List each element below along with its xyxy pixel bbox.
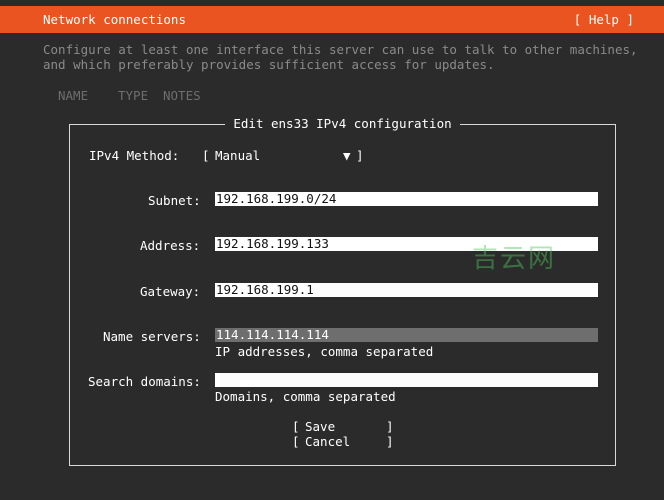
page-title: Network connections [43, 12, 186, 27]
name-servers-label: Name servers: [103, 329, 201, 344]
address-label: Address: [140, 238, 200, 253]
search-domains-hint: Domains, comma separated [215, 389, 396, 404]
intro-line-2: and which preferably provides sufficient… [43, 57, 495, 72]
cancel-button[interactable]: [ Cancel ] [292, 434, 396, 449]
save-button[interactable]: [ Save ] [292, 419, 396, 434]
subnet-input[interactable]: 192.168.199.0/24 [215, 192, 598, 206]
button-bracket-left: [ [292, 434, 300, 449]
help-button[interactable]: [ Help ] [574, 12, 634, 27]
button-bracket-left: [ [292, 419, 300, 434]
column-header-name: NAME [58, 88, 88, 103]
intro-line-1: Configure at least one interface this se… [43, 42, 638, 57]
search-domains-input[interactable] [215, 373, 598, 387]
search-domains-label: Search domains: [88, 374, 201, 389]
installer-screen: Network connections [ Help ] Configure a… [0, 0, 664, 500]
gateway-label: Gateway: [140, 284, 200, 299]
header-bar: Network connections [ Help ] [0, 6, 664, 33]
gateway-input[interactable]: 192.168.199.1 [215, 283, 598, 297]
cancel-button-label: Cancel [305, 434, 350, 449]
intro-text: Configure at least one interface this se… [43, 42, 638, 72]
select-bracket-left: [ [202, 148, 210, 163]
subnet-label: Subnet: [148, 193, 201, 208]
dialog-title: Edit ens33 IPv4 configuration [225, 116, 459, 131]
select-bracket-right: ] [356, 148, 364, 163]
chevron-down-icon: ▼ [343, 148, 351, 163]
column-header-notes: NOTES [163, 88, 201, 103]
dialog-title-wrapper: Edit ens33 IPv4 configuration [70, 116, 615, 131]
name-servers-hint: IP addresses, comma separated [215, 344, 433, 359]
column-header-type: TYPE [118, 88, 148, 103]
ipv4-method-label: IPv4 Method: [89, 148, 179, 163]
watermark-logo: 吉云网 [472, 238, 556, 275]
name-servers-input[interactable]: 114.114.114.114 [215, 328, 598, 342]
save-button-label: Save [305, 419, 335, 434]
button-bracket-right: ] [386, 419, 394, 434]
button-bracket-right: ] [386, 434, 394, 449]
ipv4-method-select[interactable]: [ Manual ▼ ] [202, 148, 367, 163]
ipv4-method-value: Manual [215, 148, 260, 163]
